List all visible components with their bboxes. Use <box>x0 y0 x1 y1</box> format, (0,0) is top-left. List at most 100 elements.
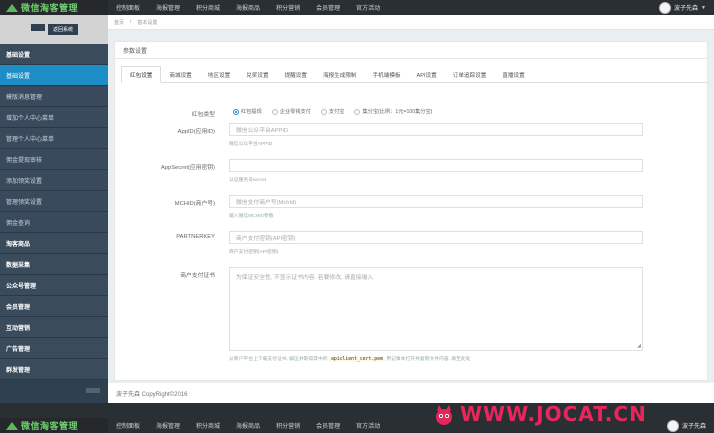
back-to-system-button[interactable]: 返回系统 <box>47 24 78 35</box>
watermark-text: WWW.JOCAT.CN <box>460 402 647 426</box>
sidebar-item[interactable]: 模版消息管理 <box>0 86 108 107</box>
bottom-nav-item[interactable]: 海报管理 <box>148 421 188 430</box>
sidebar: 返回系统 基础设置 基础设置 模版消息管理 增加个人中心菜单 管理个人中心菜单 佣金提现审… <box>0 15 108 403</box>
top-nav-item[interactable]: 积分营销 <box>268 3 308 12</box>
sidebar-item[interactable]: 佣金提现审核 <box>0 149 108 170</box>
sidebar-item[interactable]: 会员管理 <box>0 296 108 317</box>
settings-tab[interactable]: 兑奖设置 <box>238 66 276 83</box>
bottom-app-logo[interactable]: 微信淘客管理 <box>0 418 108 433</box>
main-content: 首页 / 基本设置 参数设置 红包设置 商城设置 地区设置 兑奖设置 提醒设置 海报生成限… <box>108 15 714 403</box>
avatar[interactable] <box>659 1 672 14</box>
sidebar-profile-block <box>31 24 45 31</box>
sidebar-item[interactable]: 群发管理 <box>0 359 108 380</box>
settings-tab[interactable]: 直播设置 <box>494 66 532 83</box>
bottom-nav-item[interactable]: 官方活动 <box>348 421 388 430</box>
cert-label: 商户支付证书 <box>180 273 215 279</box>
top-nav-item[interactable]: 积分商城 <box>188 3 228 12</box>
appsecret-input[interactable] <box>229 159 643 172</box>
panel-title: 参数设置 <box>115 42 707 59</box>
sidebar-item[interactable]: 管理领奖设置 <box>0 191 108 212</box>
mchid-input[interactable]: 微信支付商户号(MchId) <box>229 195 643 208</box>
watermark-cat-icon <box>436 405 452 425</box>
settings-tab[interactable]: 提醒设置 <box>277 66 315 83</box>
sidebar-item[interactable]: 基础设置 <box>0 65 108 86</box>
sidebar-item[interactable]: 公众号管理 <box>0 275 108 296</box>
top-nav-item[interactable]: 官方活动 <box>348 3 388 12</box>
redpack-type-label: 红包类型 <box>191 112 215 118</box>
copyright-text: 波子先森 CopyRight©2016 <box>116 391 188 398</box>
sidebar-menu: 基础设置 基础设置 模版消息管理 增加个人中心菜单 管理个人中心菜单 佣金提现审核 添加领奖… <box>0 44 108 380</box>
sidebar-item[interactable]: 基础设置 <box>0 44 108 65</box>
top-navbar: 微信淘客管理 控制面板 海报管理 积分商城 海报商品 积分营销 会员管理 官方活动 波子先森… <box>0 0 714 15</box>
top-nav-item[interactable]: 海报商品 <box>228 3 268 12</box>
mchid-help: 输入微信MCHID参数 <box>229 214 274 219</box>
sidebar-item[interactable]: 淘客商品 <box>0 233 108 254</box>
partnerkey-label: PARTNERKEY <box>176 234 215 240</box>
bottom-nav-menu: 控制面板 海报管理 积分商城 海报商品 积分营销 会员管理 官方活动 <box>108 418 388 433</box>
redpack-type-radio[interactable]: 支付宝 <box>320 108 345 115</box>
radio-circle-icon[interactable] <box>233 108 239 115</box>
settings-tab[interactable]: 海报生成限制 <box>315 66 365 83</box>
app-title: 微信淘客管理 <box>21 3 79 13</box>
breadcrumb-home[interactable]: 首页 <box>114 19 124 26</box>
sidebar-item[interactable]: 互动营销 <box>0 317 108 338</box>
bottom-app-title: 微信淘客管理 <box>21 421 79 431</box>
appid-help: 微信公众平台APPID <box>229 142 273 147</box>
sidebar-item[interactable]: 增加个人中心菜单 <box>0 107 108 128</box>
bottom-nav-item[interactable]: 海报商品 <box>228 421 268 430</box>
bottom-nav-item[interactable]: 会员管理 <box>308 421 348 430</box>
top-nav-menu: 控制面板 海报管理 积分商城 海报商品 积分营销 会员管理 官方活动 <box>108 0 388 15</box>
mchid-label: MCHID(商户号) <box>174 201 215 207</box>
settings-tab[interactable]: 地区设置 <box>200 66 238 83</box>
settings-tab[interactable]: 订单追踪设置 <box>445 66 495 83</box>
cert-help: 从商户平台上下载支付证书, 解压并取得其中的 apiclient_cert.pe… <box>229 355 471 362</box>
top-nav-item[interactable]: 会员管理 <box>308 3 348 12</box>
redpack-type-radio[interactable]: 红包提现 <box>233 108 262 115</box>
cert-help-pre: 从商户平台上下载支付证书, 解压并取得其中的 <box>229 357 328 362</box>
radio-circle-icon[interactable] <box>320 108 327 115</box>
bottom-nav-item[interactable]: 积分商城 <box>188 421 228 430</box>
cert-textarea[interactable]: 为保证安全性, 不显示证书内容. 若要修改, 请直接输入 ◢ <box>229 267 643 351</box>
sidebar-item[interactable]: 广告管理 <box>0 338 108 359</box>
top-nav-item[interactable]: 控制面板 <box>108 3 148 12</box>
resize-grip-icon[interactable]: ◢ <box>637 343 641 349</box>
logo-icon <box>6 3 18 12</box>
appsecret-help: 认证服务号secret <box>229 178 267 183</box>
settings-tab[interactable]: API设置 <box>409 66 445 83</box>
cert-help-filename: apiclient_cert.pem <box>328 357 385 362</box>
redpack-type-radio[interactable]: 集分宝(比例：1元=100集分宝) <box>354 108 432 115</box>
settings-tab[interactable]: 红包设置 <box>121 66 162 83</box>
appsecret-label: AppSecret(应用密钥) <box>160 165 215 171</box>
sidebar-item[interactable]: 管理个人中心菜单 <box>0 128 108 149</box>
bottom-avatar[interactable] <box>666 419 679 432</box>
breadcrumb-separator: / <box>130 19 132 25</box>
page-footer: 波子先森 CopyRight©2016 <box>108 383 714 403</box>
bottom-nav-item[interactable]: 控制面板 <box>108 421 148 430</box>
bottom-user-menu[interactable]: 波子先森 <box>666 419 714 432</box>
settings-tab[interactable]: 手机端模板 <box>365 66 409 83</box>
top-nav-item[interactable]: 海报管理 <box>148 3 188 12</box>
appid-label: AppID(应用ID) <box>177 129 215 135</box>
user-menu[interactable]: 波子先森 ▼ <box>659 1 714 14</box>
bottom-nav-item[interactable]: 积分营销 <box>268 421 308 430</box>
sidebar-collapse-handle[interactable] <box>86 388 100 393</box>
sidebar-item[interactable]: 佣金查询 <box>0 212 108 233</box>
sidebar-item[interactable]: 数据采集 <box>0 254 108 275</box>
user-name[interactable]: 波子先森 <box>674 3 698 12</box>
appid-input[interactable]: 微信公众平台APPID <box>229 123 643 136</box>
settings-tab[interactable]: 商城设置 <box>161 66 199 83</box>
radio-label: 支付宝 <box>328 109 345 115</box>
radio-circle-icon[interactable] <box>271 108 278 115</box>
sidebar-header: 返回系统 <box>0 15 108 44</box>
breadcrumb-current: 基本设置 <box>137 19 158 26</box>
settings-panel: 参数设置 红包设置 商城设置 地区设置 兑奖设置 提醒设置 海报生成限制 手机端模板 API设… <box>114 41 708 381</box>
sidebar-item[interactable]: 添加领奖设置 <box>0 170 108 191</box>
chevron-down-icon[interactable]: ▼ <box>701 5 706 11</box>
redpack-type-radio[interactable]: 企业零钱支付 <box>271 108 311 115</box>
app-logo[interactable]: 微信淘客管理 <box>0 0 108 15</box>
radio-circle-icon[interactable] <box>354 108 361 115</box>
radio-label: 企业零钱支付 <box>279 109 311 115</box>
bottom-user-name[interactable]: 波子先森 <box>682 421 706 430</box>
breadcrumb: 首页 / 基本设置 <box>108 15 714 30</box>
partnerkey-input[interactable]: 商户支付密钥(API密钥) <box>229 231 643 244</box>
